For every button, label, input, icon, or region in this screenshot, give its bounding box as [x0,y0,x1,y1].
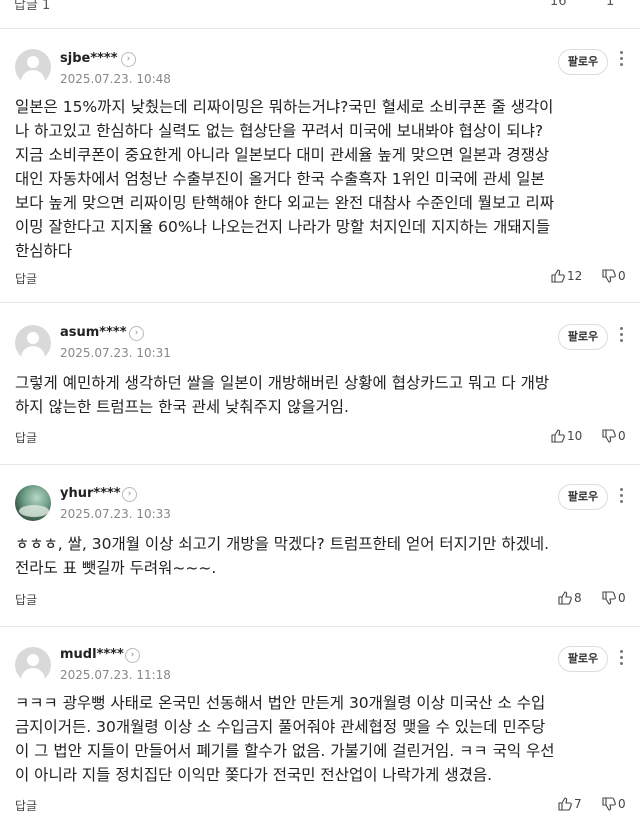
comment-item: yhur**** › 2025.07.23. 10:33 팔로우 ㅎㅎㅎ, 쌀,… [0,464,640,627]
reply-button[interactable]: 답글 [15,270,37,287]
chevron-right-icon[interactable]: › [125,648,140,663]
like-button[interactable]: 10 [551,429,582,443]
reply-button[interactable]: 답글 [15,429,37,446]
follow-button[interactable]: 팔로우 [558,324,608,350]
comment-body: 그렇게 예민하게 생각하던 쌀을 일본이 개방해버린 상황에 협상카드고 뭐고 … [15,374,550,416]
thumbs-down-icon [602,429,616,443]
like-button[interactable]: 7 [558,797,582,811]
comment-item: asum**** › 2025.07.23. 10:31 팔로우 그렇게 예민하… [0,302,640,461]
more-options-icon[interactable] [617,486,625,506]
comment-body: ㅋㅋㅋ 광우뻥 사태로 온국민 선동해서 법안 만든게 30개월령 이상 미국산… [15,694,555,784]
follow-button[interactable]: 팔로우 [558,49,608,75]
avatar[interactable] [15,49,51,85]
comment-item: sjbe**** › 2025.07.23. 10:48 팔로우 일본은 15%… [0,28,640,291]
thumbs-up-icon [551,429,565,443]
avatar[interactable] [15,647,51,683]
thumbs-down-icon [602,591,616,605]
more-options-icon[interactable] [617,49,625,69]
thumbs-down-icon [602,797,616,811]
previous-comment-footer: 답글 1 16 1 [0,0,640,14]
comment-date: 2025.07.23. 10:31 [60,346,171,360]
follow-button[interactable]: 팔로우 [558,646,608,672]
follow-button[interactable]: 팔로우 [558,484,608,510]
comment-date: 2025.07.23. 11:18 [60,668,171,682]
dislike-button[interactable]: 0 [602,429,626,443]
reply-button[interactable]: 답글 [15,797,37,814]
comment-body: 일본은 15%까지 낮췄는데 리짜이밍은 뭐하는거냐?국민 혈세로 소비쿠폰 줄… [15,98,555,260]
like-button[interactable]: 12 [551,269,582,283]
comment-date: 2025.07.23. 10:48 [60,72,171,86]
username[interactable]: mudl**** [60,647,124,662]
reply-button[interactable]: 답글 1 [14,0,50,13]
thumbs-down-icon [602,269,616,283]
avatar[interactable] [15,485,51,521]
username[interactable]: yhur**** [60,486,121,501]
comment-date: 2025.07.23. 10:33 [60,507,171,521]
thumbs-up-icon [551,269,565,283]
dislike-button[interactable]: 0 [602,591,626,605]
chevron-right-icon[interactable]: › [122,487,137,502]
comment-body: ㅎㅎㅎ, 쌀, 30개월 이상 쇠고기 개방을 막겠다? 트럼프한테 얻어 터지… [15,535,550,577]
more-options-icon[interactable] [617,325,625,345]
dislike-count[interactable]: 1 [606,0,614,9]
thumbs-up-icon [558,797,572,811]
username[interactable]: asum**** [60,325,127,340]
like-button[interactable]: 8 [558,591,582,605]
avatar[interactable] [15,325,51,361]
comment-item: mudl**** › 2025.07.23. 11:18 팔로우 ㅋㅋㅋ 광우뻥… [0,626,640,836]
chevron-right-icon[interactable]: › [121,52,136,67]
reply-button[interactable]: 답글 [15,591,37,608]
chevron-right-icon[interactable]: › [129,326,144,341]
dislike-button[interactable]: 0 [602,797,626,811]
more-options-icon[interactable] [617,648,625,668]
username[interactable]: sjbe**** [60,51,118,66]
thumbs-up-icon [558,591,572,605]
dislike-button[interactable]: 0 [602,269,626,283]
like-count[interactable]: 16 [550,0,567,9]
